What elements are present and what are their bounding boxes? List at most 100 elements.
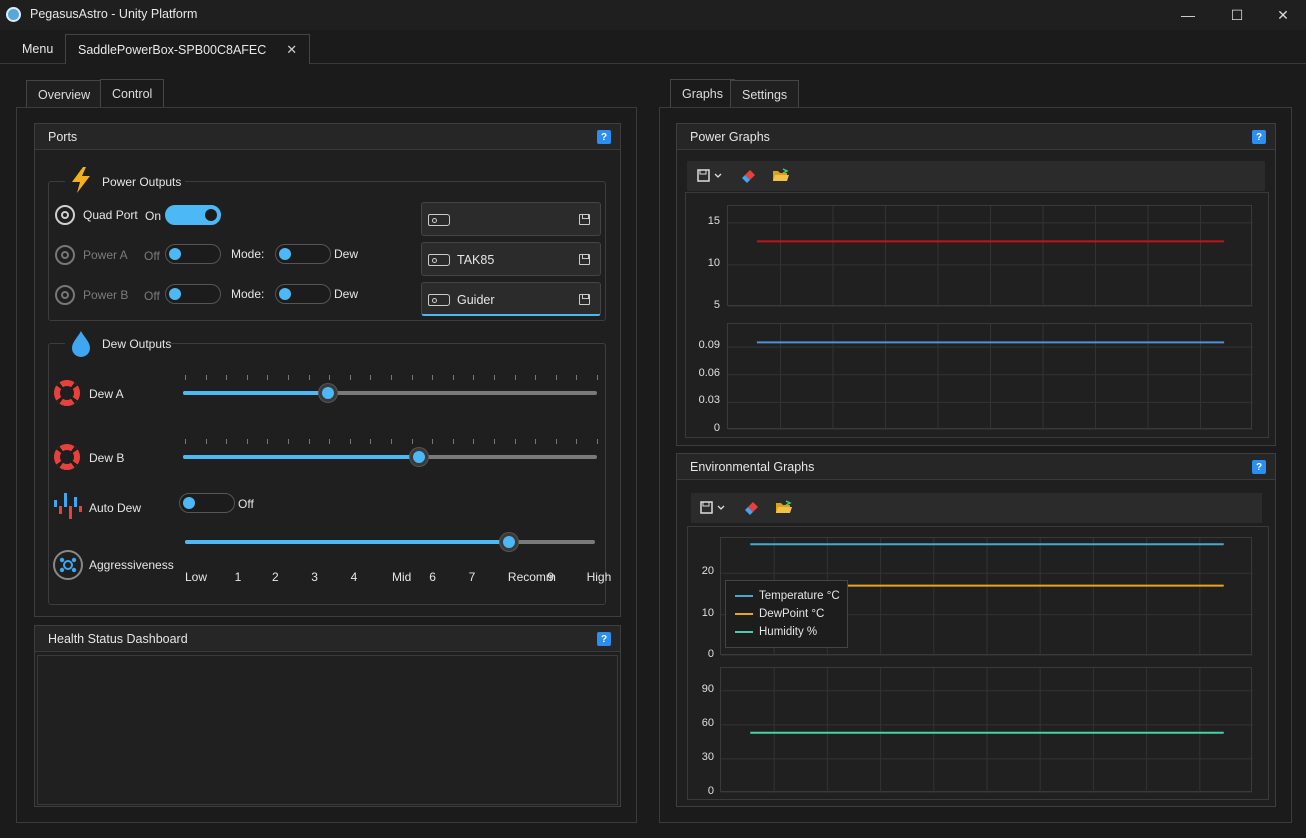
dew-a-slider[interactable] bbox=[183, 391, 597, 395]
dew-a-slider-thumb[interactable] bbox=[318, 384, 337, 402]
power-a-mode-value: Dew bbox=[334, 247, 359, 261]
health-status-group: Health Status Dashboard ? bbox=[34, 625, 621, 807]
quad-port-toggle[interactable] bbox=[165, 205, 221, 225]
toggle-knob bbox=[205, 209, 217, 221]
scale-label: 7 bbox=[468, 570, 476, 584]
help-icon[interactable]: ? bbox=[597, 130, 611, 144]
slider-tick bbox=[576, 439, 578, 444]
power-b-name-field[interactable]: Guider bbox=[421, 282, 601, 316]
slider-tick bbox=[391, 375, 392, 380]
quad-port-state: On bbox=[145, 209, 162, 223]
tab-graphs[interactable]: Graphs bbox=[670, 79, 735, 108]
y-tick-label: 0 bbox=[713, 422, 720, 434]
power-a-mode-toggle[interactable] bbox=[275, 244, 331, 264]
slider-tick bbox=[597, 439, 598, 444]
eraser-icon[interactable] bbox=[744, 500, 760, 516]
quad-port-name-field[interactable] bbox=[421, 202, 601, 236]
dew-a-label: Dew A bbox=[89, 387, 124, 401]
power-top-y-axis: 15 10 5 bbox=[686, 205, 720, 311]
dew-b-slider-thumb[interactable] bbox=[409, 448, 428, 466]
power-a-name-field[interactable]: TAK85 bbox=[421, 242, 601, 276]
aggressiveness-slider-thumb[interactable] bbox=[499, 533, 518, 551]
save-icon[interactable] bbox=[579, 214, 590, 225]
power-graphs-toolbar bbox=[687, 161, 1265, 191]
auto-dew-label: Auto Dew bbox=[89, 501, 142, 515]
tab-overview-label: Overview bbox=[38, 87, 91, 102]
slider-tick bbox=[452, 375, 454, 380]
open-folder-icon[interactable] bbox=[775, 500, 793, 516]
eraser-icon[interactable] bbox=[741, 168, 757, 184]
scale-label: Low bbox=[185, 570, 208, 584]
tab-overview[interactable]: Overview bbox=[26, 80, 103, 108]
tab-settings-label: Settings bbox=[742, 87, 788, 102]
auto-dew-toggle[interactable] bbox=[179, 493, 235, 513]
dew-outputs-legend: Dew Outputs bbox=[65, 327, 171, 359]
save-dropdown-icon[interactable] bbox=[700, 501, 728, 515]
tab-settings[interactable]: Settings bbox=[730, 80, 800, 108]
close-tab-icon[interactable]: ✕ bbox=[286, 42, 297, 58]
plot-canvas bbox=[728, 324, 1253, 430]
slider-tick bbox=[329, 375, 331, 380]
slider-tick bbox=[432, 375, 434, 380]
legend-item-temperature: Temperature °C bbox=[735, 590, 840, 602]
help-icon[interactable]: ? bbox=[1252, 460, 1266, 474]
power-outputs-legend: Power Outputs bbox=[65, 164, 185, 196]
legend-label: Humidity % bbox=[759, 626, 818, 638]
auto-dew-state: Off bbox=[238, 497, 254, 511]
slider-fill bbox=[183, 455, 419, 459]
toggle-knob bbox=[279, 248, 291, 260]
tab-menu[interactable]: Menu bbox=[10, 34, 65, 64]
slider-tick bbox=[452, 439, 454, 444]
power-outputs-title: Power Outputs bbox=[102, 175, 182, 189]
tab-graphs-label: Graphs bbox=[682, 87, 723, 101]
slider-tick bbox=[185, 439, 186, 444]
tag-icon bbox=[428, 214, 450, 226]
dew-b-slider[interactable] bbox=[183, 455, 597, 459]
tab-device[interactable]: SaddlePowerBox-SPB00C8AFEC ✕ bbox=[65, 34, 311, 64]
slider-tick bbox=[288, 439, 289, 444]
dew-b-ticks bbox=[185, 439, 598, 445]
y-tick-label: 0.03 bbox=[698, 394, 720, 407]
power-a-name-value: TAK85 bbox=[457, 253, 495, 267]
lifebuoy-icon bbox=[54, 444, 80, 470]
power-graphs-group: Power Graphs ? 15 10 5 0.09 0.06 0.03 0 bbox=[676, 123, 1276, 446]
scale-label: High bbox=[586, 570, 612, 584]
open-folder-icon[interactable] bbox=[772, 168, 790, 184]
quad-port-label: Quad Port bbox=[83, 208, 138, 222]
power-b-label: Power B bbox=[83, 288, 129, 302]
power-graphs-area: 15 10 5 0.09 0.06 0.03 0 bbox=[685, 192, 1269, 438]
scale-label: 2 bbox=[271, 570, 279, 584]
env-bottom-plot bbox=[720, 667, 1253, 793]
y-tick-label: 90 bbox=[701, 682, 714, 695]
aggressiveness-scale: Low 1 2 3 4 Mid 6 7 Recomm 9 High bbox=[185, 570, 611, 586]
save-icon[interactable] bbox=[579, 254, 590, 265]
environmental-legend: Temperature °C DewPoint °C Humidity % bbox=[725, 580, 848, 648]
slider-tick bbox=[370, 375, 372, 380]
lightning-icon bbox=[72, 167, 90, 193]
help-icon[interactable]: ? bbox=[1252, 130, 1266, 144]
power-a-toggle[interactable] bbox=[165, 244, 221, 264]
tab-control[interactable]: Control bbox=[100, 79, 165, 108]
y-tick-label: 10 bbox=[707, 256, 720, 269]
save-dropdown-icon[interactable] bbox=[697, 169, 725, 183]
help-icon[interactable]: ? bbox=[597, 632, 611, 646]
power-a-mode-label: Mode: bbox=[231, 247, 265, 261]
power-b-mode-toggle[interactable] bbox=[275, 284, 331, 304]
environmental-graphs-title: Environmental Graphs bbox=[690, 460, 815, 474]
scale-label: 6 bbox=[429, 570, 436, 584]
slider-tick bbox=[411, 439, 413, 444]
legend-swatch bbox=[735, 612, 753, 615]
save-icon[interactable] bbox=[579, 294, 590, 305]
env-top-y-axis: 20 10 0 bbox=[688, 537, 714, 660]
tab-control-label: Control bbox=[112, 87, 153, 101]
y-tick-label: 20 bbox=[701, 565, 714, 578]
aggressiveness-slider[interactable] bbox=[185, 540, 595, 544]
minimize-button[interactable]: — bbox=[1163, 0, 1213, 30]
quad-port-icon bbox=[55, 205, 75, 225]
slider-tick bbox=[555, 439, 557, 444]
tab-menu-label: Menu bbox=[22, 42, 54, 56]
power-b-toggle[interactable] bbox=[165, 284, 221, 304]
close-button[interactable]: ✕ bbox=[1258, 0, 1306, 30]
document-tabs: Menu SaddlePowerBox-SPB00C8AFEC ✕ bbox=[0, 34, 1306, 64]
maximize-button[interactable]: ☐ bbox=[1212, 0, 1262, 30]
